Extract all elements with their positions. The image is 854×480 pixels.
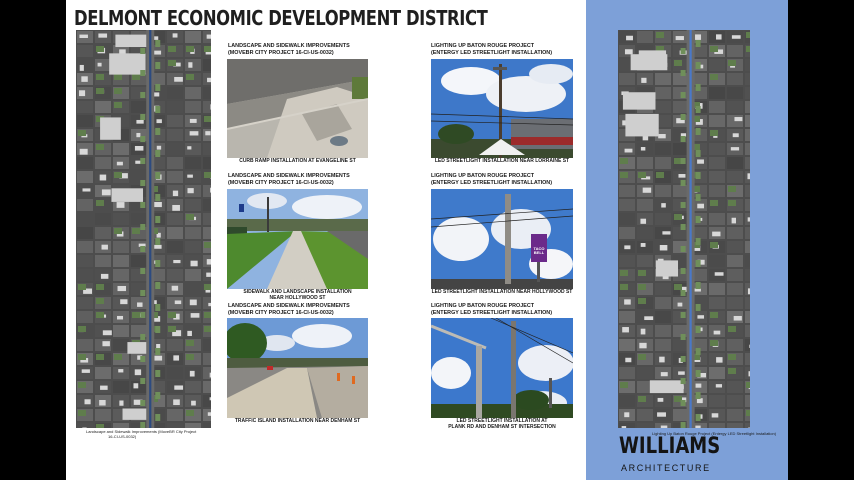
left-map-caption-1: Landscape and Sidewalk Improvements (Mov…: [86, 429, 197, 434]
section-2-heading: LIGHTING UP BATON ROUGE PROJECT (ENTERGY …: [431, 43, 552, 56]
left-map-caption-2: 16-CI-US-0032): [108, 434, 137, 439]
photo-4-caption: LED STREETLIGHT INSTALLATION NEAR HOLLYW…: [431, 289, 573, 295]
section-3-heading: LANDSCAPE AND SIDEWALK IMPROVEMENTS (MOVE…: [228, 173, 350, 186]
streetlight-plank-photo: [431, 318, 573, 418]
section-5-heading: LANDSCAPE AND SIDEWALK IMPROVEMENTS (MOVE…: [228, 303, 350, 316]
streetlight-lorraine-photo: [431, 59, 573, 158]
photo-6-caption: LED STREETLIGHT INSTALLATION AT PLANK RD …: [448, 418, 556, 430]
sidewalk-hollywood-photo: [227, 189, 368, 289]
photo-1-caption: CURB RAMP INSTALLATION AT EVANGELINE ST: [239, 158, 356, 164]
williams-logo: WILLIAMS: [619, 434, 721, 459]
traffic-island-photo: [227, 318, 368, 418]
photo-3-caption: SIDEWALK AND LANDSCAPE INSTALLATION NEAR …: [243, 289, 352, 301]
taco-bell-sign: TACO BELL: [533, 246, 545, 255]
section-1-heading: LANDSCAPE AND SIDEWALK IMPROVEMENTS (MOVE…: [228, 43, 350, 56]
curb-ramp-photo: [227, 59, 368, 158]
page-title: DELMONT ECONOMIC DEVELOPMENT DISTRICT: [74, 6, 488, 30]
slide: DELMONT ECONOMIC DEVELOPMENT DISTRICT La…: [66, 0, 788, 480]
architecture-tagline: ARCHITECTURE: [621, 463, 711, 473]
streetlight-hollywood-photo: TACO BELL: [431, 189, 573, 289]
left-district-map: [76, 30, 211, 428]
photo-2-caption: LED STREETLIGHT INSTALLATION NEAR LORRAI…: [434, 158, 570, 164]
right-district-map: [618, 30, 750, 428]
photo-5-caption: TRAFFIC ISLAND INSTALLATION NEAR DENHAM …: [234, 418, 361, 424]
section-6-heading: LIGHTING UP BATON ROUGE PROJECT (ENTERGY …: [431, 303, 552, 316]
section-4-heading: LIGHTING UP BATON ROUGE PROJECT (ENTERGY …: [431, 173, 552, 186]
